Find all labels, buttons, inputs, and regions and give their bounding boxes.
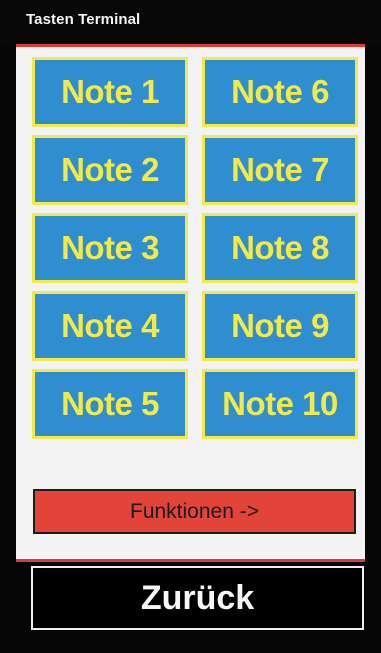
back-button[interactable]: Zurück (31, 566, 364, 630)
note-2-button[interactable]: Note 2 (32, 135, 188, 205)
terminal-screen: Tasten Terminal Note 1 Note 6 Note 2 Not… (0, 0, 381, 653)
note-4-button[interactable]: Note 4 (32, 291, 188, 361)
note-10-button[interactable]: Note 10 (202, 369, 358, 439)
note-8-button[interactable]: Note 8 (202, 213, 358, 283)
note-5-button[interactable]: Note 5 (32, 369, 188, 439)
note-3-button[interactable]: Note 3 (32, 213, 188, 283)
app-title: Tasten Terminal (26, 11, 141, 28)
note-1-button[interactable]: Note 1 (32, 57, 188, 127)
note-panel: Note 1 Note 6 Note 2 Note 7 Note 3 Note … (16, 44, 365, 562)
note-6-button[interactable]: Note 6 (202, 57, 358, 127)
note-button-grid: Note 1 Note 6 Note 2 Note 7 Note 3 Note … (32, 57, 359, 439)
note-9-button[interactable]: Note 9 (202, 291, 358, 361)
functions-button[interactable]: Funktionen -> (33, 489, 356, 534)
title-bar: Tasten Terminal (0, 0, 381, 44)
note-7-button[interactable]: Note 7 (202, 135, 358, 205)
